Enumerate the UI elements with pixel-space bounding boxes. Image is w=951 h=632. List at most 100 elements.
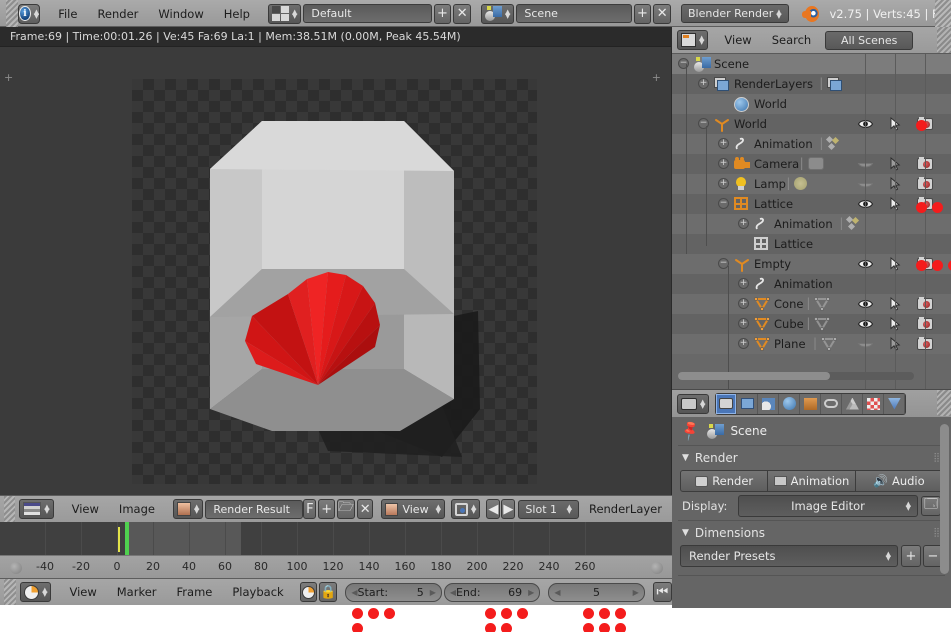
unlink-image-button[interactable]: ✕ — [357, 499, 374, 519]
properties-editor-type-selector[interactable]: ▲ ▼ — [677, 393, 710, 414]
scene-name-field[interactable]: Scene — [516, 4, 632, 23]
outliner-row[interactable]: + RenderLayers | — [672, 74, 951, 94]
outliner-row[interactable]: + Plane | — [672, 334, 951, 354]
increment-arrow-icon[interactable]: ▶ — [430, 588, 436, 597]
expand-icon[interactable]: + — [718, 158, 729, 169]
delete-screen-layout-button[interactable]: ✕ — [453, 3, 472, 24]
header-grip[interactable] — [935, 0, 951, 27]
menu-image[interactable]: Image — [109, 502, 165, 516]
auto-keyframe-button[interactable] — [299, 582, 318, 602]
texture-tab[interactable] — [863, 393, 885, 414]
menu-marker[interactable]: Marker — [107, 585, 167, 599]
open-image-button[interactable]: 🗁 — [336, 499, 356, 519]
pin-icon[interactable]: 📌 — [679, 419, 702, 442]
menu-render[interactable]: Render — [87, 7, 148, 21]
display-lock-button[interactable]: 🗔 — [921, 496, 941, 516]
expand-icon[interactable]: + — [738, 298, 749, 309]
properties-tab-group[interactable] — [715, 392, 907, 415]
increment-arrow-icon[interactable]: ▶ — [528, 588, 534, 597]
scrollbar-handle-left[interactable] — [10, 562, 22, 574]
playhead-cursor[interactable] — [125, 522, 129, 555]
increment-arrow-icon[interactable]: ▶ — [633, 588, 639, 597]
outliner-row[interactable]: Lattice — [672, 234, 951, 254]
object-tab[interactable] — [800, 393, 822, 414]
next-slot-button[interactable]: ▶ — [501, 499, 516, 519]
menu-view[interactable]: View — [714, 33, 761, 47]
add-scene-button[interactable]: + — [633, 3, 652, 24]
timeline-track[interactable] — [0, 522, 672, 555]
menu-playback[interactable]: Playback — [222, 585, 293, 599]
prev-slot-button[interactable]: ◀ — [486, 499, 501, 519]
display-mode-dropdown[interactable]: Image Editor ▲ ▼ — [738, 495, 918, 517]
expand-icon[interactable]: + — [718, 178, 729, 189]
end-frame-field[interactable]: ◀ End: 69 ▶ — [443, 582, 541, 602]
outliner-row[interactable]: − World — [672, 114, 951, 134]
animation-button[interactable]: Animation — [768, 470, 856, 492]
expand-icon[interactable]: + — [738, 318, 749, 329]
fake-user-button[interactable]: F — [303, 499, 317, 519]
new-image-button[interactable]: + — [318, 499, 335, 519]
menu-help[interactable]: Help — [214, 7, 260, 21]
audio-button[interactable]: 🔊 Audio — [855, 470, 943, 492]
menu-view[interactable]: View — [59, 585, 106, 599]
render-engine-dropdown[interactable]: Blender Render ▲ ▼ — [681, 4, 789, 23]
timeline-ruler[interactable]: -40 -20 0 20 40 60 80 100 120 140 160 180 200 220 240 2… — [0, 555, 672, 578]
outliner-editor-type-selector[interactable]: ▲ ▼ — [677, 30, 709, 50]
collapse-icon[interactable]: − — [678, 58, 689, 69]
render-slot-dropdown[interactable]: Slot 1 ▲ ▼ — [518, 499, 579, 519]
render-button[interactable]: Render — [680, 470, 769, 492]
menu-file[interactable]: File — [48, 7, 87, 21]
expand-icon[interactable]: + — [738, 218, 749, 229]
start-frame-field[interactable]: ◀ Start: 5 ▶ — [345, 582, 442, 602]
render-panel-header[interactable]: ▼ Render ⣿ — [672, 446, 951, 470]
expand-icon[interactable]: + — [718, 138, 729, 149]
current-frame-field[interactable]: ◀ 5 ▶ — [548, 582, 645, 602]
add-screen-layout-button[interactable]: + — [433, 3, 452, 24]
outliner-horizontal-scrollbar[interactable] — [672, 370, 951, 381]
data-tab[interactable] — [842, 393, 864, 414]
view-mode-selector[interactable]: View ▲ ▼ — [381, 499, 445, 519]
decrement-arrow-icon[interactable]: ◀ — [554, 588, 560, 597]
timeline-corner-grip[interactable] — [4, 579, 17, 605]
editor-type-selector[interactable]: ▲ ▼ — [19, 499, 54, 519]
outliner-tree[interactable]: − Scene + RenderLayers | World − World + Animatio… — [672, 54, 951, 401]
collapse-icon[interactable]: − — [718, 198, 729, 209]
outliner-row[interactable]: + Animation | — [672, 214, 951, 234]
menu-frame[interactable]: Frame — [167, 585, 223, 599]
screen-layout-selector[interactable]: ▲ ▼ — [267, 3, 302, 24]
outliner-display-mode[interactable]: All Scenes — [825, 30, 914, 50]
expand-icon[interactable]: + — [738, 338, 749, 349]
menu-view[interactable]: View — [62, 502, 109, 516]
scene-tab[interactable] — [758, 393, 780, 414]
image-canvas[interactable]: + + — [0, 47, 671, 495]
pivot-selector[interactable]: ▲ ▼ — [450, 499, 481, 519]
menu-window[interactable]: Window — [148, 7, 213, 21]
outliner-row[interactable]: World — [672, 94, 951, 114]
timeline-editor-type-selector[interactable]: ▲ ▼ — [20, 582, 52, 602]
add-preset-button[interactable]: + — [901, 545, 921, 567]
outliner-row[interactable]: + Camera | — [672, 154, 951, 174]
physics-tab[interactable] — [884, 393, 906, 414]
info-editor-type-button[interactable]: i ▲ ▼ — [18, 3, 41, 24]
outliner-row[interactable]: − Lattice — [672, 194, 951, 214]
outliner-row[interactable]: − Scene — [672, 54, 951, 74]
render-presets-dropdown[interactable]: Render Presets ▲ ▼ — [680, 545, 898, 567]
outliner-row[interactable]: + Lamp | — [672, 174, 951, 194]
editor-corner-grip[interactable] — [4, 496, 16, 522]
menu-search[interactable]: Search — [762, 33, 822, 47]
image-datablock-selector[interactable]: ▲ ▼ — [172, 499, 204, 519]
outliner-row[interactable]: + Cube | — [672, 314, 951, 334]
outliner-row[interactable]: + Cone | — [672, 294, 951, 314]
scene-selector[interactable]: ▲ ▼ — [481, 3, 515, 24]
dimensions-panel-header[interactable]: ▼ Dimensions ⣿ — [672, 521, 951, 545]
delete-scene-button[interactable]: ✕ — [653, 3, 672, 24]
outliner-row[interactable]: + Animation — [672, 274, 951, 294]
constraint-tab[interactable] — [821, 393, 843, 414]
expand-icon[interactable]: + — [698, 78, 709, 89]
jump-to-start-button[interactable]: ⏮ — [652, 582, 673, 602]
window-corner-grip[interactable] — [6, 0, 19, 27]
scrollbar-thumb[interactable] — [678, 372, 830, 380]
properties-grip[interactable] — [937, 390, 951, 416]
outliner-row[interactable]: + Animation | — [672, 134, 951, 154]
renderlayer-tab[interactable] — [737, 393, 759, 414]
